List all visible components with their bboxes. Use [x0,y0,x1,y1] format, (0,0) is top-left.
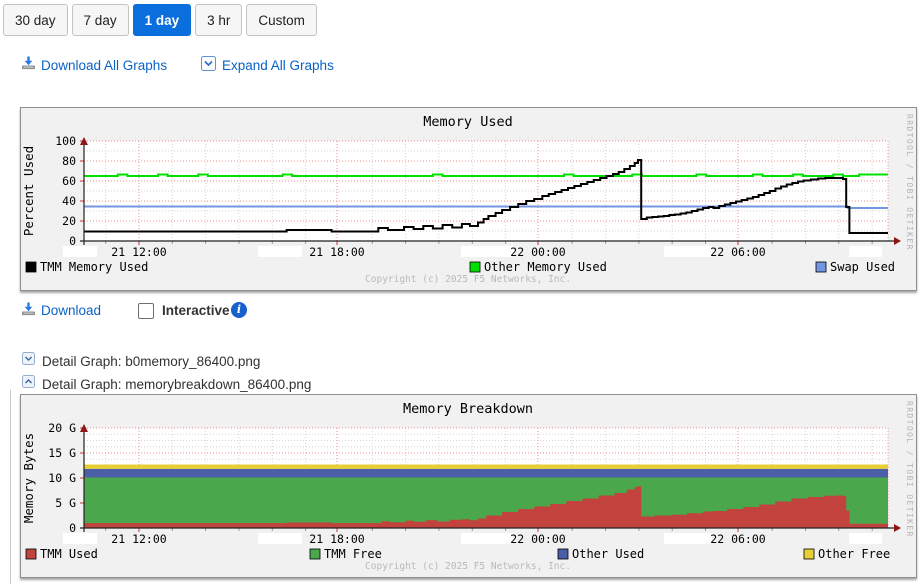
svg-text:20: 20 [62,214,76,228]
legend-swatch [804,549,814,559]
svg-text:Percent Used: Percent Used [21,146,36,236]
svg-text:Memory Used: Memory Used [423,114,512,130]
svg-text:Copyright (c) 2025 F5 Networks: Copyright (c) 2025 F5 Networks, Inc. [365,274,571,285]
memory-breakdown-graph-panel: 0 5 G 10 G 15 G 20 G 21 12:00 21 18:00 22 00:00… [20,394,917,578]
memory-breakdown-chart: 0 5 G 10 G 15 G 20 G 21 12:00 21 18:00 22 00:00… [21,395,916,577]
legend-swatch [470,262,480,272]
detail-graph-memorybreakdown-row[interactable]: Detail Graph: memorybreakdown_86400.png [22,375,311,393]
expand-all-graphs-link[interactable]: Expand All Graphs [222,58,334,73]
redaction-box [461,246,513,257]
tab-30-day[interactable]: 30 day [3,4,68,36]
memory-used-chart: 0 20 40 60 80 100 21 12:00 21 18:00 22 00:00 22 0… [21,108,916,290]
svg-text:21 12:00: 21 12:00 [111,532,166,546]
svg-text:Swap Used: Swap Used [830,260,895,274]
interactive-checkbox[interactable] [138,303,154,319]
memory-used-graph-panel: 0 20 40 60 80 100 21 12:00 21 18:00 22 00:00 22 0… [20,107,917,291]
svg-text:0: 0 [69,521,76,535]
download-all-graphs-link[interactable]: Download All Graphs [41,58,167,73]
download-link[interactable]: Download [41,303,101,318]
legend-swatch [26,549,36,559]
svg-text:80: 80 [62,154,76,168]
redaction-box [461,533,513,544]
svg-text:15 G: 15 G [48,446,76,460]
detail-graph-b0memory-label: Detail Graph: b0memory_86400.png [42,354,260,369]
expand-all-chevron-down-icon[interactable] [201,56,216,76]
detail-graph-memorybreakdown-label: Detail Graph: memorybreakdown_86400.png [42,377,311,392]
svg-text:10 G: 10 G [48,471,76,485]
svg-text:Other Used: Other Used [572,547,644,561]
svg-text:TMM Free: TMM Free [324,547,382,561]
tab-custom[interactable]: Custom [246,4,317,36]
chevron-up-box-icon [22,375,35,393]
svg-text:22 06:00: 22 06:00 [710,245,765,259]
svg-text:22 06:00: 22 06:00 [710,532,765,546]
x-axis-arrow [894,524,901,532]
x-axis-arrow [894,237,901,245]
svg-text:5 G: 5 G [55,496,76,510]
download-icon[interactable] [20,301,37,323]
legend-swatch [816,262,826,272]
info-icon[interactable]: i [231,302,247,318]
svg-text:0: 0 [69,234,76,248]
redaction-box [664,246,712,257]
redaction-box [258,246,302,257]
download-icon[interactable] [20,55,37,77]
svg-text:21 18:00: 21 18:00 [309,532,364,546]
svg-text:60: 60 [62,174,76,188]
chevron-down-box-icon [22,352,35,370]
svg-text:Other Free: Other Free [818,547,890,561]
svg-text:Memory Breakdown: Memory Breakdown [403,401,533,417]
expanded-section-left-border [10,390,11,584]
detail-graph-b0memory-row[interactable]: Detail Graph: b0memory_86400.png [22,352,260,370]
redaction-box [664,533,712,544]
svg-text:22 00:00: 22 00:00 [510,245,565,259]
legend-swatch [26,262,36,272]
svg-text:Other Memory Used: Other Memory Used [484,260,607,274]
redaction-box [258,533,302,544]
tab-3-hr[interactable]: 3 hr [195,4,242,36]
legend-swatch [310,549,320,559]
time-range-tabs: 30 day 7 day 1 day 3 hr Custom [3,4,317,36]
svg-text:100: 100 [55,134,76,148]
redaction-box [63,533,97,544]
svg-text:RRDTOOL / TOBI OETIKER: RRDTOOL / TOBI OETIKER [905,114,914,251]
svg-text:RRDTOOL / TOBI OETIKER: RRDTOOL / TOBI OETIKER [905,401,914,538]
svg-text:21 12:00: 21 12:00 [111,245,166,259]
svg-text:40: 40 [62,194,76,208]
svg-text:22 00:00: 22 00:00 [510,532,565,546]
band-other-free [84,465,888,469]
svg-text:21 18:00: 21 18:00 [309,245,364,259]
svg-text:TMM Used: TMM Used [40,547,98,561]
interactive-label: Interactive [162,303,230,318]
tab-1-day[interactable]: 1 day [133,4,192,36]
svg-text:Copyright (c) 2025 F5 Networks: Copyright (c) 2025 F5 Networks, Inc. [365,561,571,572]
redaction-box [63,246,97,257]
svg-text:Memory Bytes: Memory Bytes [21,433,36,523]
redaction-box [849,246,882,257]
tab-7-day[interactable]: 7 day [72,4,129,36]
band-other-used [84,469,888,478]
redaction-box [849,533,882,544]
svg-text:TMM Memory Used: TMM Memory Used [40,260,148,274]
svg-text:20 G: 20 G [48,421,76,435]
legend-swatch [558,549,568,559]
